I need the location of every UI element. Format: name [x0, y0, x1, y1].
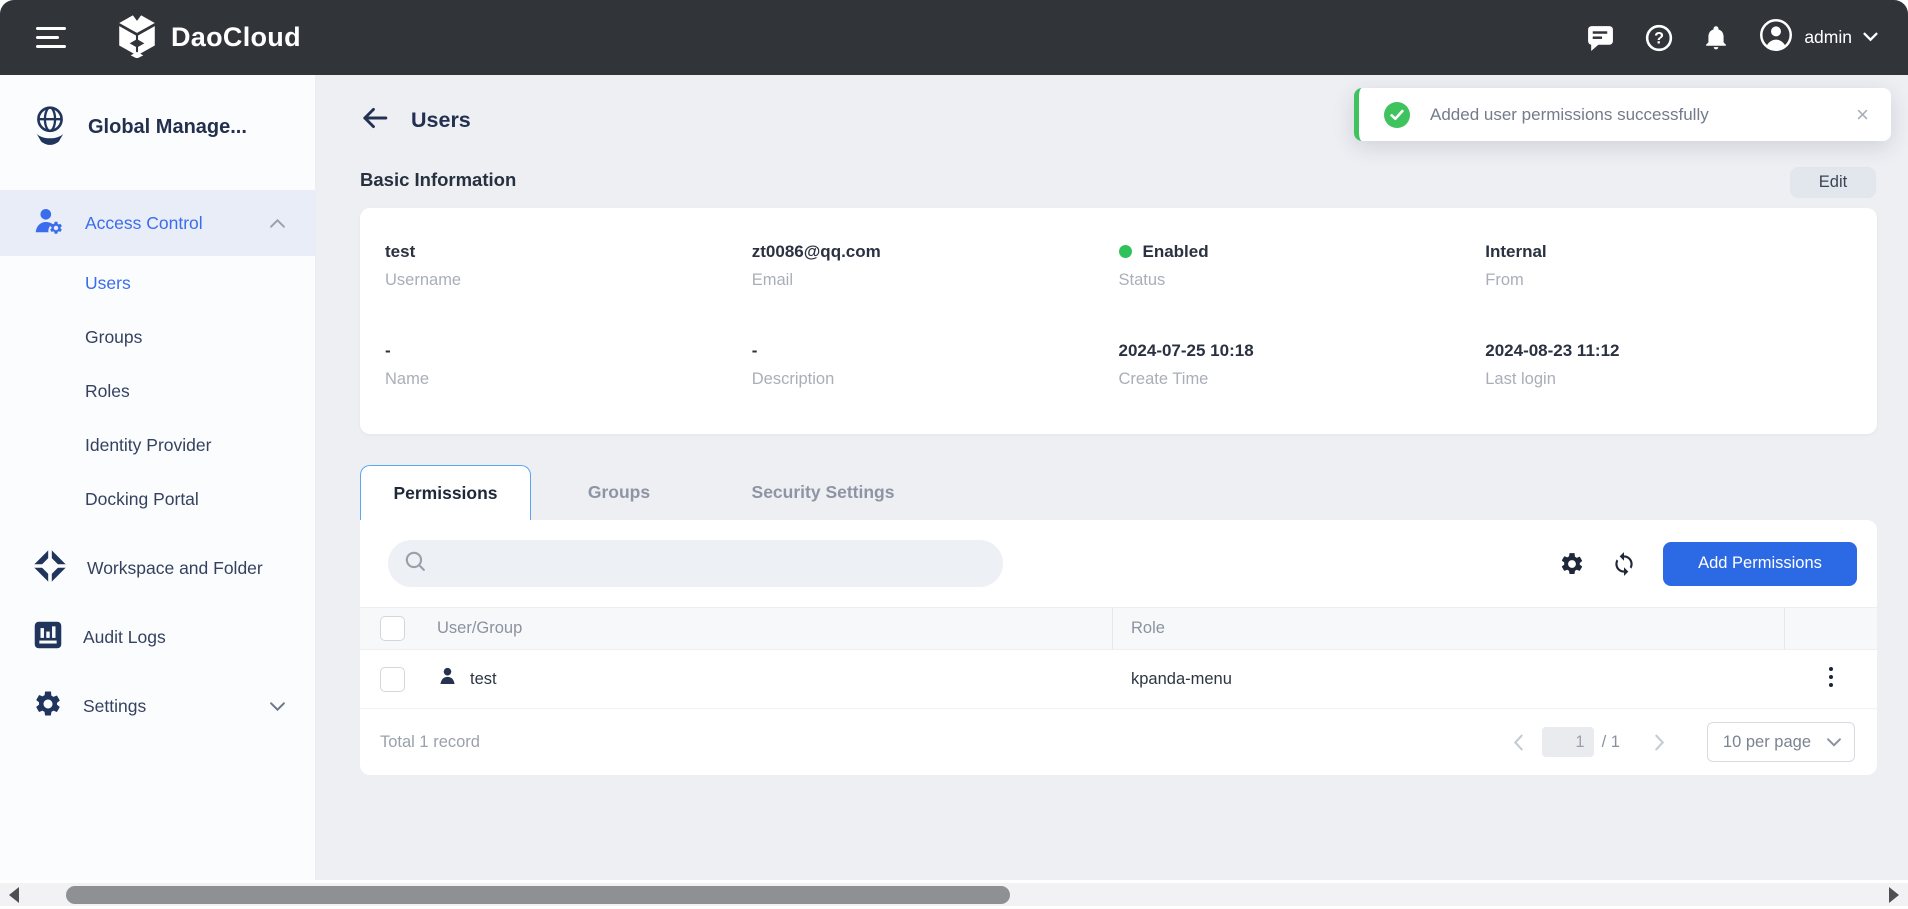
page-size-label: 10 per page [1723, 733, 1811, 752]
sidebar-item-label: Audit Logs [83, 627, 166, 648]
gear-icon[interactable] [1559, 551, 1585, 577]
audit-logs-icon [33, 620, 63, 655]
sidebar-item-label: Workspace and Folder [87, 558, 263, 579]
column-role: Role [1112, 608, 1784, 649]
close-icon[interactable]: × [1856, 104, 1869, 126]
sidebar-item-label: Roles [85, 381, 130, 402]
field-create-time: 2024-07-25 10:18 Create Time [1119, 340, 1486, 389]
column-actions [1784, 608, 1877, 649]
sidebar-item-groups[interactable]: Groups [0, 310, 315, 364]
column-user-group: User/Group [424, 608, 1112, 649]
success-check-icon [1384, 102, 1410, 128]
scrollbar-thumb[interactable] [66, 886, 1010, 904]
sidebar-item-audit-logs[interactable]: Audit Logs [0, 610, 315, 664]
brand-name: DaoCloud [171, 22, 301, 53]
horizontal-scrollbar [0, 880, 1908, 909]
product-label: Global Manage... [88, 116, 247, 139]
chat-icon[interactable] [1586, 24, 1615, 51]
search-input[interactable] [436, 539, 1003, 588]
toast-message: Added user permissions successfully [1430, 105, 1709, 125]
back-arrow-icon[interactable] [360, 106, 388, 135]
kebab-menu-icon[interactable] [1828, 666, 1834, 693]
sidebar-item-access-control[interactable]: Access Control [0, 190, 315, 256]
page-size-select[interactable]: 10 per page [1707, 722, 1855, 762]
gear-icon [33, 689, 63, 724]
basic-information-title: Basic Information [360, 169, 516, 191]
success-toast: Added user permissions successfully × [1354, 88, 1891, 141]
svg-text:?: ? [1654, 29, 1664, 47]
current-page-input[interactable]: 1 [1542, 727, 1594, 757]
tab-groups[interactable]: Groups [531, 465, 707, 520]
field-email: zt0086@qq.com Email [752, 241, 1119, 290]
page-title: Users [411, 108, 471, 133]
bell-icon[interactable] [1703, 24, 1729, 51]
daocloud-logo-icon [116, 12, 158, 63]
scroll-left-icon[interactable] [9, 887, 19, 903]
edit-button[interactable]: Edit [1790, 167, 1876, 198]
chevron-down-icon [1827, 738, 1841, 747]
sidebar-item-label: Identity Provider [85, 435, 211, 456]
total-records-label: Total 1 record [380, 733, 480, 752]
username-label: admin [1804, 27, 1852, 48]
table-footer: Total 1 record 1 / 1 10 per page [360, 709, 1877, 775]
sidebar-item-settings[interactable]: Settings [0, 679, 315, 733]
field-status: Enabled Status [1119, 241, 1486, 290]
sidebar-item-workspace-and-folder[interactable]: Workspace and Folder [0, 541, 315, 595]
scroll-right-icon[interactable] [1889, 887, 1899, 903]
tab-security-settings[interactable]: Security Settings [707, 465, 939, 520]
row-checkbox[interactable] [380, 667, 405, 692]
row-user-name: test [470, 670, 497, 689]
sidebar-item-roles[interactable]: Roles [0, 364, 315, 418]
next-page-icon[interactable] [1650, 730, 1669, 755]
globe-icon [31, 105, 69, 150]
menu-toggle-button[interactable] [36, 27, 66, 49]
sidebar-item-label: Access Control [85, 213, 203, 234]
sidebar-item-label: Groups [85, 327, 142, 348]
field-from: Internal From [1485, 241, 1852, 290]
sidebar-item-identity-provider[interactable]: Identity Provider [0, 418, 315, 472]
sidebar-item-users[interactable]: Users [0, 256, 315, 310]
field-username: test Username [385, 241, 752, 290]
user-gear-icon [33, 205, 65, 242]
help-icon[interactable]: ? [1645, 24, 1673, 52]
search-icon [404, 550, 427, 578]
chevron-down-icon [1863, 29, 1878, 47]
tab-permissions[interactable]: Permissions [360, 465, 531, 520]
scrollbar-track[interactable] [0, 883, 1908, 906]
user-menu[interactable]: admin [1759, 18, 1878, 57]
add-permissions-button[interactable]: Add Permissions [1663, 542, 1857, 586]
search-box[interactable] [388, 540, 1003, 587]
page-count-label: / 1 [1602, 733, 1620, 752]
status-dot [1119, 245, 1132, 258]
prev-page-icon[interactable] [1509, 730, 1528, 755]
basic-information-card: test Username zt0086@qq.com Email Enable… [360, 208, 1877, 434]
select-all-checkbox[interactable] [380, 616, 405, 641]
topbar: DaoCloud ? [0, 0, 1908, 75]
field-description: - Description [752, 340, 1119, 389]
sidebar-item-label: Docking Portal [85, 489, 199, 510]
permissions-panel: Add Permissions User/Group Role [360, 520, 1877, 775]
sidebar-item-docking-portal[interactable]: Docking Portal [0, 472, 315, 526]
workspace-icon [33, 549, 67, 588]
table-row[interactable]: test kpanda-menu [360, 650, 1877, 709]
refresh-icon[interactable] [1611, 551, 1637, 577]
sidebar-item-label: Settings [83, 696, 146, 717]
field-name: - Name [385, 340, 752, 389]
row-role: kpanda-menu [1113, 650, 1785, 708]
brand[interactable]: DaoCloud [116, 12, 301, 63]
chevron-down-icon [270, 702, 285, 711]
sidebar-product[interactable]: Global Manage... [0, 97, 315, 157]
chevron-up-icon [270, 219, 285, 228]
sidebar: Global Manage... Access Control Users Gr… [0, 75, 316, 880]
main-content: Added user permissions successfully × Us… [316, 75, 1908, 880]
table-header: User/Group Role [360, 607, 1877, 650]
avatar-icon [1759, 18, 1793, 57]
person-icon [437, 666, 458, 692]
field-last-login: 2024-08-23 11:12 Last login [1485, 340, 1852, 389]
sidebar-item-label: Users [85, 273, 131, 294]
detail-tabs: Permissions Groups Security Settings [360, 465, 1877, 520]
